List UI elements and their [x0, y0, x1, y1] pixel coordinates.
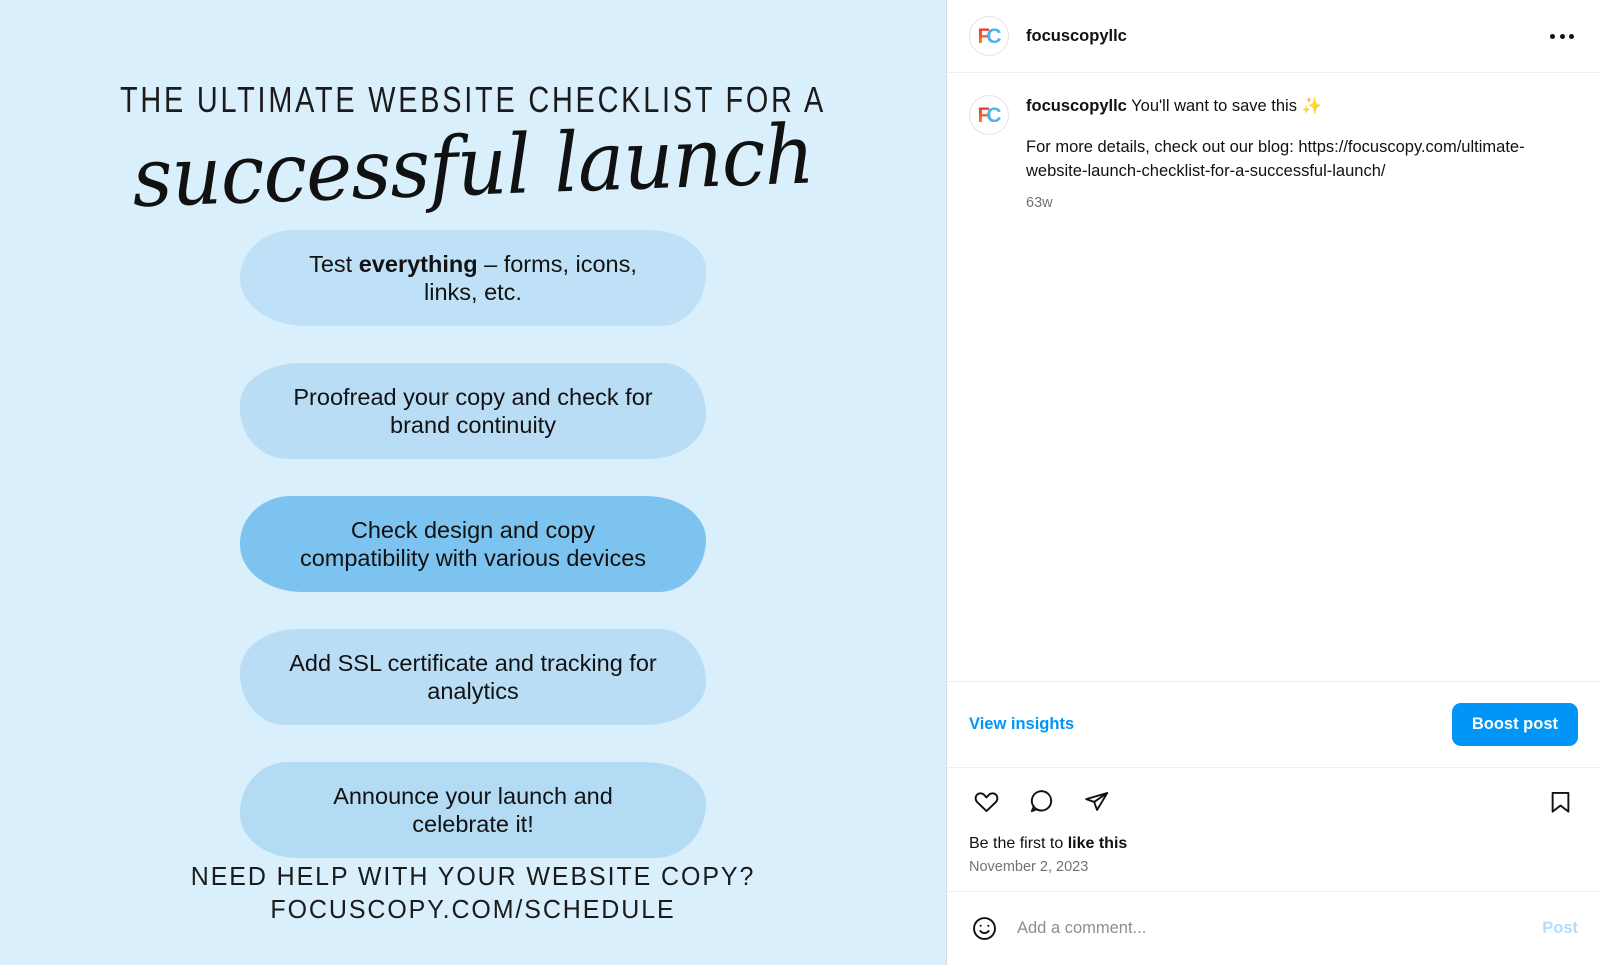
bookmark-icon[interactable] — [1543, 784, 1578, 819]
checklist-text-bold: everything — [358, 250, 478, 277]
post-comment-button[interactable]: Post — [1542, 919, 1578, 938]
logo-letter-c: C — [986, 24, 1001, 48]
caption-area: FC focuscopyllc You'll want to save this… — [947, 73, 1600, 681]
share-icon[interactable] — [1079, 784, 1114, 819]
caption-row: FC focuscopyllc You'll want to save this… — [969, 95, 1578, 211]
caption-timestamp: 63w — [1026, 195, 1053, 212]
post-image[interactable]: THE ULTIMATE WEBSITE CHECKLIST FOR A suc… — [0, 0, 946, 965]
avatar[interactable]: FC — [969, 16, 1009, 56]
image-title-block: THE ULTIMATE WEBSITE CHECKLIST FOR A suc… — [0, 79, 946, 226]
comment-icon[interactable] — [1024, 784, 1059, 819]
more-options-icon[interactable] — [1546, 26, 1578, 47]
actions-bar: Be the first to like this November 2, 20… — [947, 767, 1600, 891]
caption-main: focuscopyllc You'll want to save this ✨ — [1026, 95, 1578, 118]
caption-username[interactable]: focuscopyllc — [1026, 97, 1127, 115]
likes-prefix: Be the first to — [969, 835, 1068, 852]
post-header: FC focuscopyllc — [947, 0, 1600, 73]
caption-column: focuscopyllc You'll want to save this ✨ … — [1026, 95, 1578, 211]
caption-body: For more details, check out our blog: ht… — [1026, 138, 1525, 180]
avatar[interactable]: FC — [969, 95, 1009, 135]
header-username[interactable]: focuscopyllc — [1026, 27, 1127, 46]
post-date: November 2, 2023 — [969, 859, 1089, 875]
heart-icon[interactable] — [969, 784, 1004, 819]
view-insights-link[interactable]: View insights — [969, 715, 1074, 734]
image-footer: NEED HELP WITH YOUR WEBSITE COPY? FOCUSC… — [0, 860, 946, 925]
brand-logo-icon: FC — [978, 103, 1002, 127]
caption-text: You'll want to save this ✨ — [1126, 97, 1323, 115]
logo-letter-c: C — [986, 103, 1001, 127]
checklist-text-before: Test — [309, 250, 359, 277]
checklist-text: Proofread your copy and check for brand … — [293, 383, 653, 438]
checklist-text: Check design and copy compatibility with… — [299, 516, 647, 571]
insights-bar: View insights Boost post — [947, 681, 1600, 767]
checklist-item-highlighted: Check design and copy compatibility with… — [240, 496, 706, 592]
brand-logo-icon: FC — [978, 24, 1002, 48]
like-this-link[interactable]: like this — [1068, 835, 1128, 852]
image-title-script: successful launch — [130, 107, 816, 227]
checklist-item: Proofread your copy and check for brand … — [240, 363, 706, 459]
comment-input[interactable] — [1017, 919, 1543, 938]
checklist-item: Announce your launch and celebrate it! — [240, 762, 706, 858]
checklist-item: Test everything – forms, icons, links, e… — [240, 230, 706, 326]
post-detail-panel: FC focuscopyllc FC focuscopyllc You'll w… — [946, 0, 1600, 965]
boost-post-button[interactable]: Boost post — [1451, 703, 1578, 746]
image-footer-line1: NEED HELP WITH YOUR WEBSITE COPY? — [190, 861, 756, 891]
emoji-icon[interactable] — [969, 914, 999, 944]
instagram-post-view: THE ULTIMATE WEBSITE CHECKLIST FOR A suc… — [0, 0, 1600, 965]
checklist-pills: Test everything – forms, icons, links, e… — [0, 230, 946, 858]
checklist-text: Announce your launch and celebrate it! — [333, 782, 613, 837]
checklist-item: Add SSL certificate and tracking for ana… — [240, 629, 706, 725]
image-footer-line2: FOCUSCOPY.COM/SCHEDULE — [270, 893, 676, 924]
comment-bar: Post — [947, 891, 1600, 965]
actions-row — [969, 784, 1578, 819]
likes-text: Be the first to like this — [969, 835, 1578, 853]
checklist-text: Add SSL certificate and tracking for ana… — [289, 649, 657, 704]
